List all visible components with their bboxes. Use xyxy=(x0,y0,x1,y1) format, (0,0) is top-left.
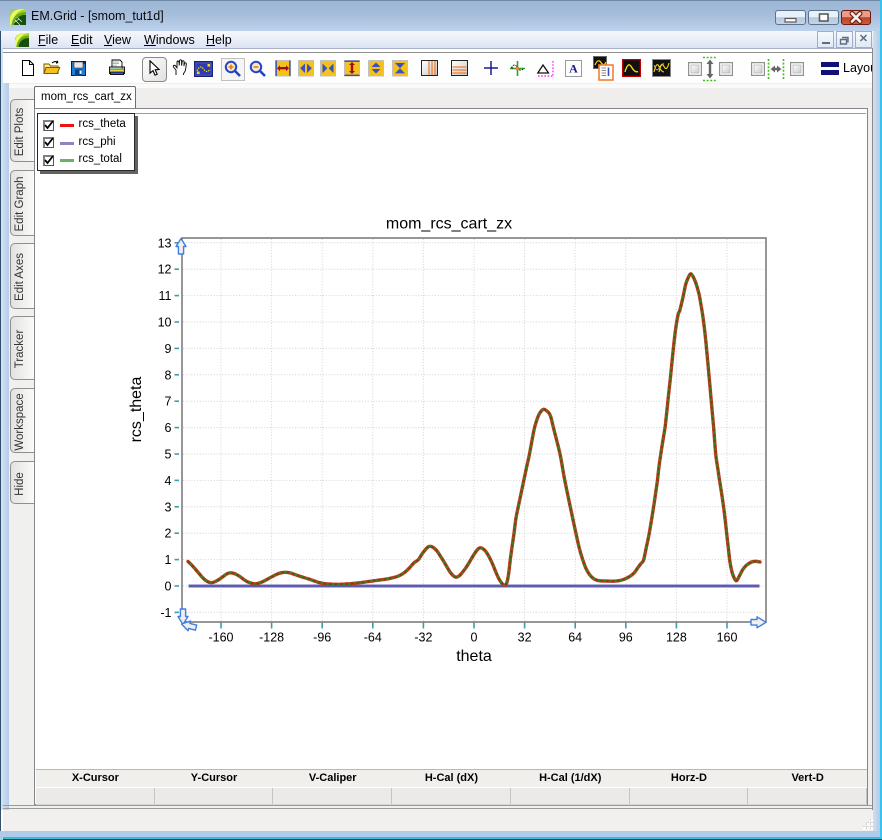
svg-text:96: 96 xyxy=(619,631,633,645)
svg-text:8: 8 xyxy=(165,368,172,382)
svg-text:1: 1 xyxy=(165,553,172,567)
svg-text:mom_rcs_cart_zx: mom_rcs_cart_zx xyxy=(386,216,512,233)
svg-text:10: 10 xyxy=(158,316,172,330)
svg-text:32: 32 xyxy=(518,631,532,645)
svg-text:theta: theta xyxy=(456,648,492,665)
svg-text:7: 7 xyxy=(165,395,172,409)
svg-text:6: 6 xyxy=(165,421,172,435)
svg-text:2: 2 xyxy=(165,527,172,541)
svg-text:rcs_theta: rcs_theta xyxy=(128,376,145,442)
svg-text:-160: -160 xyxy=(208,631,233,645)
svg-text:-64: -64 xyxy=(364,631,382,645)
svg-text:4: 4 xyxy=(165,474,172,488)
svg-text:9: 9 xyxy=(165,342,172,356)
svg-text:0: 0 xyxy=(165,580,172,594)
svg-text:11: 11 xyxy=(159,289,172,303)
svg-text:-32: -32 xyxy=(414,631,432,645)
svg-text:64: 64 xyxy=(568,631,582,645)
svg-text:3: 3 xyxy=(165,500,172,514)
svg-text:-128: -128 xyxy=(259,631,284,645)
svg-text:160: 160 xyxy=(717,631,738,645)
svg-text:12: 12 xyxy=(158,263,172,277)
svg-text:0: 0 xyxy=(471,631,478,645)
svg-text:-1: -1 xyxy=(160,606,171,620)
svg-text:128: 128 xyxy=(666,631,687,645)
svg-text:-96: -96 xyxy=(313,631,331,645)
svg-text:13: 13 xyxy=(158,236,172,250)
svg-text:5: 5 xyxy=(165,448,172,462)
